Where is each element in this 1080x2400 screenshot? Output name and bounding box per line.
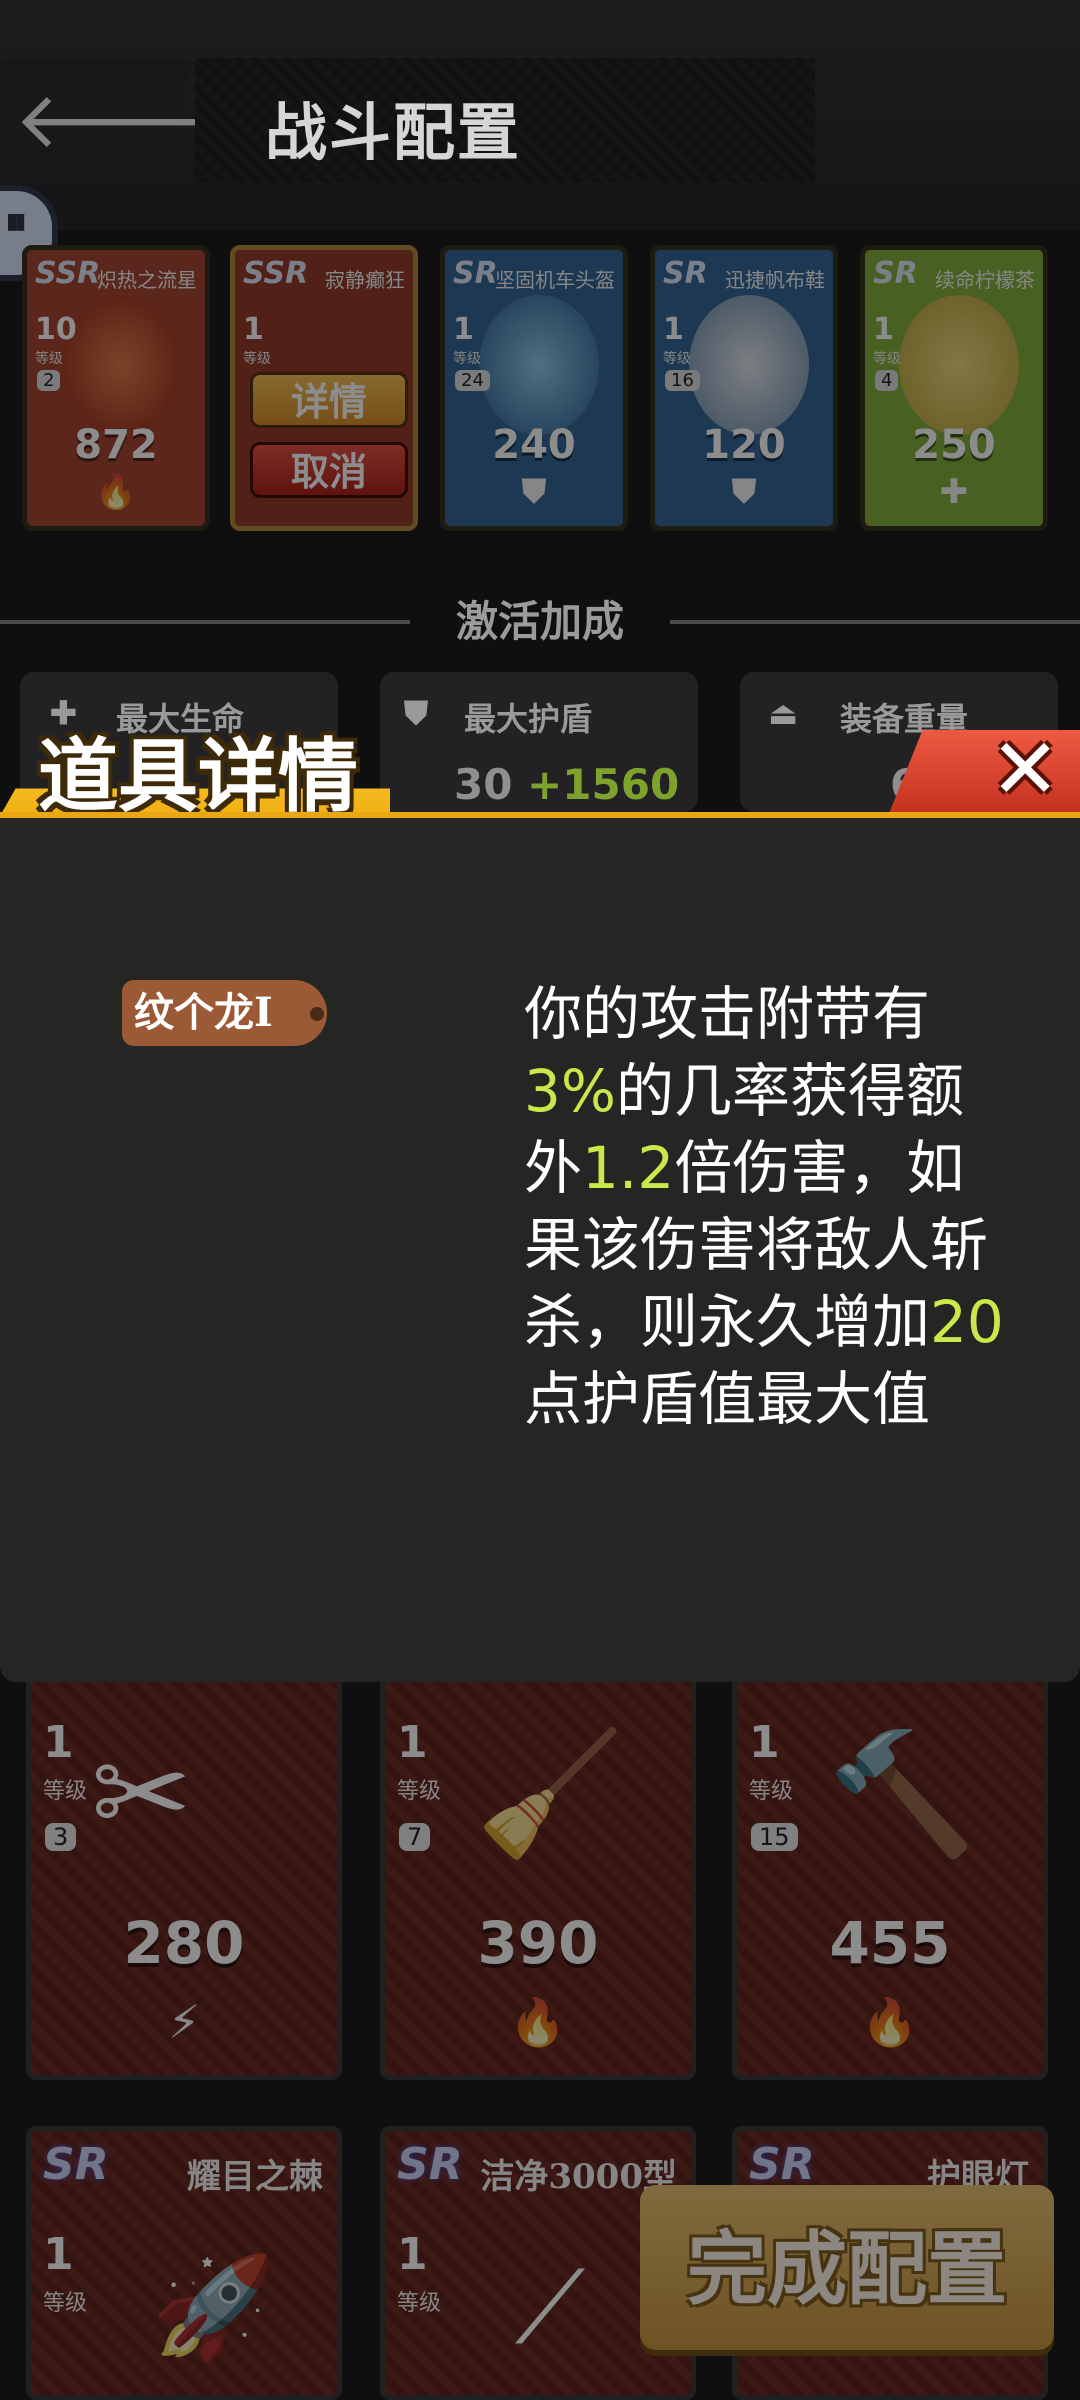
- meteor-art: [61, 295, 181, 435]
- tag-hole: [310, 1007, 324, 1021]
- flame-icon: 🔥: [861, 1995, 919, 2049]
- lemon-tea-art: [899, 295, 1019, 435]
- card-power: 390: [477, 1909, 599, 1977]
- level-caption: 等级: [35, 351, 63, 367]
- mop-icon: ⟋: [515, 2249, 585, 2366]
- weight-cost: 7: [399, 1823, 431, 1851]
- finish-config-label: 完成配置: [687, 2222, 1007, 2316]
- rarity-badge: SR: [397, 2139, 463, 2190]
- modal-title: 道具详情: [38, 729, 358, 823]
- level-caption: 等级: [453, 351, 481, 367]
- weight-cost: 16: [665, 370, 700, 391]
- desc-highlight: 3%: [524, 1057, 617, 1125]
- inventory-card[interactable]: SR 耀目之棘 1 等级 🚀: [26, 2126, 342, 2400]
- scissors-icon: ✂: [91, 1725, 192, 1864]
- weight-cost: 3: [45, 1823, 77, 1851]
- card-name: 耀目之棘: [187, 2157, 323, 2197]
- helmet-art: [479, 295, 599, 435]
- level-caption: 等级: [873, 351, 901, 367]
- desc-highlight: 1.2: [582, 1134, 675, 1202]
- level-caption: 等级: [243, 351, 271, 367]
- level-caption: 等级: [43, 2291, 88, 2316]
- weight-cost: 24: [455, 370, 490, 391]
- card-name: 寂静癫狂: [325, 268, 405, 292]
- card-level: 10: [35, 312, 77, 347]
- rarity-badge: SR: [453, 256, 498, 291]
- rarity-badge: SR: [663, 256, 708, 291]
- desc-text: 你的攻击附带有: [524, 980, 931, 1048]
- level-caption: 等级: [749, 1779, 794, 1804]
- card-power: 455: [829, 1909, 951, 1977]
- card-name: 坚固机车头盔: [495, 268, 615, 292]
- weight-cost: 4: [875, 370, 899, 391]
- stat-label: 最大护盾: [464, 700, 593, 738]
- cancel-button[interactable]: 取消: [250, 442, 408, 498]
- inventory-card[interactable]: 🔨 1 等级 15 455 🔥: [732, 1660, 1048, 2080]
- inventory-card[interactable]: 🧹 1 等级 7 390 🔥: [380, 1660, 696, 2080]
- card-name: 炽热之流星: [97, 268, 197, 292]
- stat-max-shield: ⛊ 最大护盾 30 +1560: [380, 672, 698, 812]
- arrow-left-icon: 🡐: [14, 76, 224, 166]
- desc-highlight: 20: [930, 1288, 1004, 1356]
- level-caption: 等级: [663, 351, 691, 367]
- card-level: 1: [397, 2229, 428, 2280]
- shield-icon: ⛊: [521, 472, 547, 512]
- stat-value: 30 +1560: [454, 760, 680, 809]
- equipped-card[interactable]: SR 迅捷帆布鞋 1 等级 16 120 ⛊: [650, 245, 838, 531]
- card-power: 250: [912, 422, 996, 468]
- equipped-card[interactable]: SR 续命柠檬茶 1 等级 4 250 ✚: [860, 245, 1048, 531]
- hammer-icon: 🔨: [827, 1725, 977, 1864]
- item-tag: 纹个龙I: [122, 980, 327, 1046]
- flame-icon: 🔥: [509, 1995, 567, 2049]
- card-power: 120: [702, 422, 786, 468]
- rarity-badge: SR: [749, 2139, 815, 2190]
- rarity-badge: SR: [873, 256, 918, 291]
- equipped-card[interactable]: SR 坚固机车头盔 1 等级 24 240 ⛊: [440, 245, 628, 531]
- rarity-badge: SSR: [35, 256, 101, 291]
- level-caption: 等级: [397, 1779, 442, 1804]
- card-power: 240: [492, 422, 576, 468]
- equipped-card[interactable]: SSR 炽热之流星 10 等级 2 872 🔥: [22, 245, 210, 531]
- level-caption: 等级: [43, 1779, 88, 1804]
- bonus-title: 激活加成: [455, 597, 624, 646]
- card-power: 872: [74, 422, 158, 468]
- card-level: 1: [43, 2229, 74, 2280]
- weight-cost: 15: [751, 1823, 798, 1851]
- card-level: 1: [243, 312, 264, 347]
- shield-icon: ⛊: [404, 694, 429, 732]
- inventory-card[interactable]: ✂ 1 等级 3 280 ⚡: [26, 1660, 342, 2080]
- rocket-icon: 🚀: [151, 2249, 276, 2366]
- card-level: 1: [749, 1717, 780, 1768]
- card-name: 续命柠檬茶: [935, 268, 1035, 292]
- weight-cost: 2: [37, 370, 61, 391]
- lightning-icon: ⚡: [167, 1995, 201, 2049]
- sneaker-art: [689, 295, 809, 435]
- rarity-badge: SSR: [243, 256, 309, 291]
- close-icon[interactable]: ✕: [990, 724, 1060, 814]
- card-power: 280: [123, 1909, 245, 1977]
- card-level: 1: [873, 312, 894, 347]
- rarity-badge: SR: [43, 2139, 109, 2190]
- card-level: 1: [453, 312, 474, 347]
- plus-icon: ✚: [939, 472, 969, 512]
- card-level: 1: [397, 1717, 428, 1768]
- broom-icon: 🧹: [475, 1725, 625, 1864]
- card-level: 1: [43, 1717, 74, 1768]
- page-title: 战斗配置: [265, 96, 522, 169]
- card-name: 迅捷帆布鞋: [725, 268, 825, 292]
- card-level: 1: [663, 312, 684, 347]
- desc-text: 点护盾值最大值: [524, 1365, 931, 1433]
- weight-icon: ⏏: [768, 694, 799, 732]
- shield-icon: ⛊: [731, 472, 757, 512]
- detail-button[interactable]: 详情: [250, 372, 408, 428]
- item-description: 你的攻击附带有3%的几率获得额外1.2倍伤害，如果该伤害将敌人斩杀，则永久增加2…: [524, 976, 1004, 1438]
- flame-icon: 🔥: [94, 472, 138, 512]
- level-caption: 等级: [397, 2291, 442, 2316]
